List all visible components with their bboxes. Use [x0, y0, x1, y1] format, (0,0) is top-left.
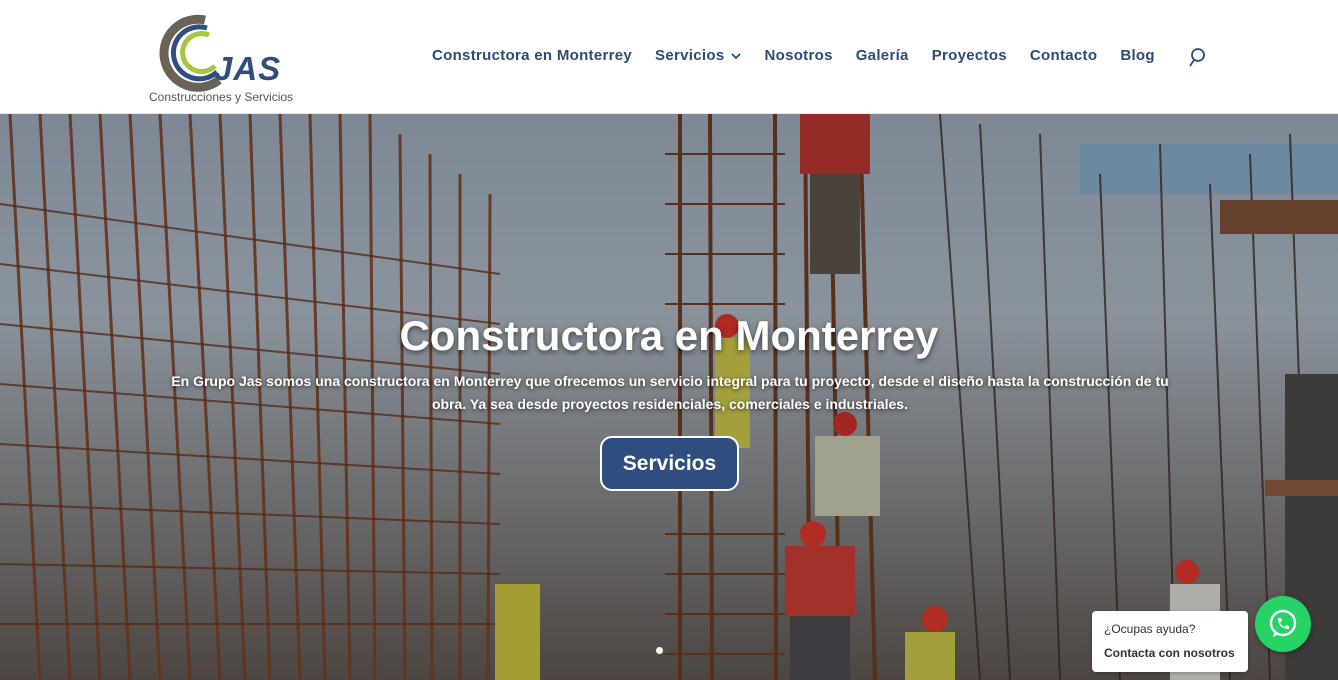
nav-item-contacto[interactable]: Contacto [1030, 47, 1097, 64]
nav-item-label: Galería [855, 47, 909, 64]
nav-item-proyectos[interactable]: Proyectos [932, 47, 1007, 64]
slider-dots [656, 647, 671, 654]
nav-item-label: Servicios [655, 47, 725, 64]
logo-wordmark: JAS [214, 50, 282, 87]
hero-slider: Constructora en Monterrey En Grupo Jas s… [0, 114, 1338, 680]
chat-help-text: ¿Ocupas ayuda? [1104, 622, 1196, 636]
nav-item-servicios[interactable]: Servicios [655, 47, 742, 64]
nav-item-label: Proyectos [931, 47, 1007, 64]
whatsapp-button[interactable] [1255, 596, 1311, 652]
nav-item-blog[interactable]: Blog [1120, 47, 1155, 64]
search-icon[interactable] [1188, 47, 1208, 69]
chat-contact-link[interactable]: Contacta con nosotros [1104, 646, 1235, 660]
nav-item-nosotros[interactable]: Nosotros [764, 47, 832, 64]
logo-subtitle: Construcciones y Servicios [149, 90, 294, 104]
whatsapp-icon [1269, 609, 1297, 637]
nav-item-constructora[interactable]: Constructora en Monterrey [432, 47, 632, 64]
nav-item-label: Contacto [1029, 47, 1098, 64]
slider-dot[interactable] [656, 647, 663, 654]
nav-item-label: Blog [1120, 47, 1155, 64]
nav-item-label: Nosotros [764, 47, 833, 64]
nav-item-label: Constructora en Monterrey [432, 47, 633, 64]
site-header: JAS Construcciones y Servicios Construct… [0, 0, 1338, 114]
servicios-button[interactable]: Servicios [600, 436, 739, 491]
chevron-down-icon [731, 47, 742, 64]
main-nav: Constructora en Monterrey Servicios Noso… [432, 47, 1178, 64]
hero-title: Constructora en Monterrey [399, 312, 939, 359]
nav-item-galeria[interactable]: Galería [856, 47, 909, 64]
hero-description: En Grupo Jas somos una constructora en M… [171, 373, 1169, 412]
site-logo[interactable]: JAS Construcciones y Servicios [137, 8, 309, 105]
chat-bubble[interactable]: ¿Ocupas ayuda? Contacta con nosotros [1092, 611, 1248, 672]
